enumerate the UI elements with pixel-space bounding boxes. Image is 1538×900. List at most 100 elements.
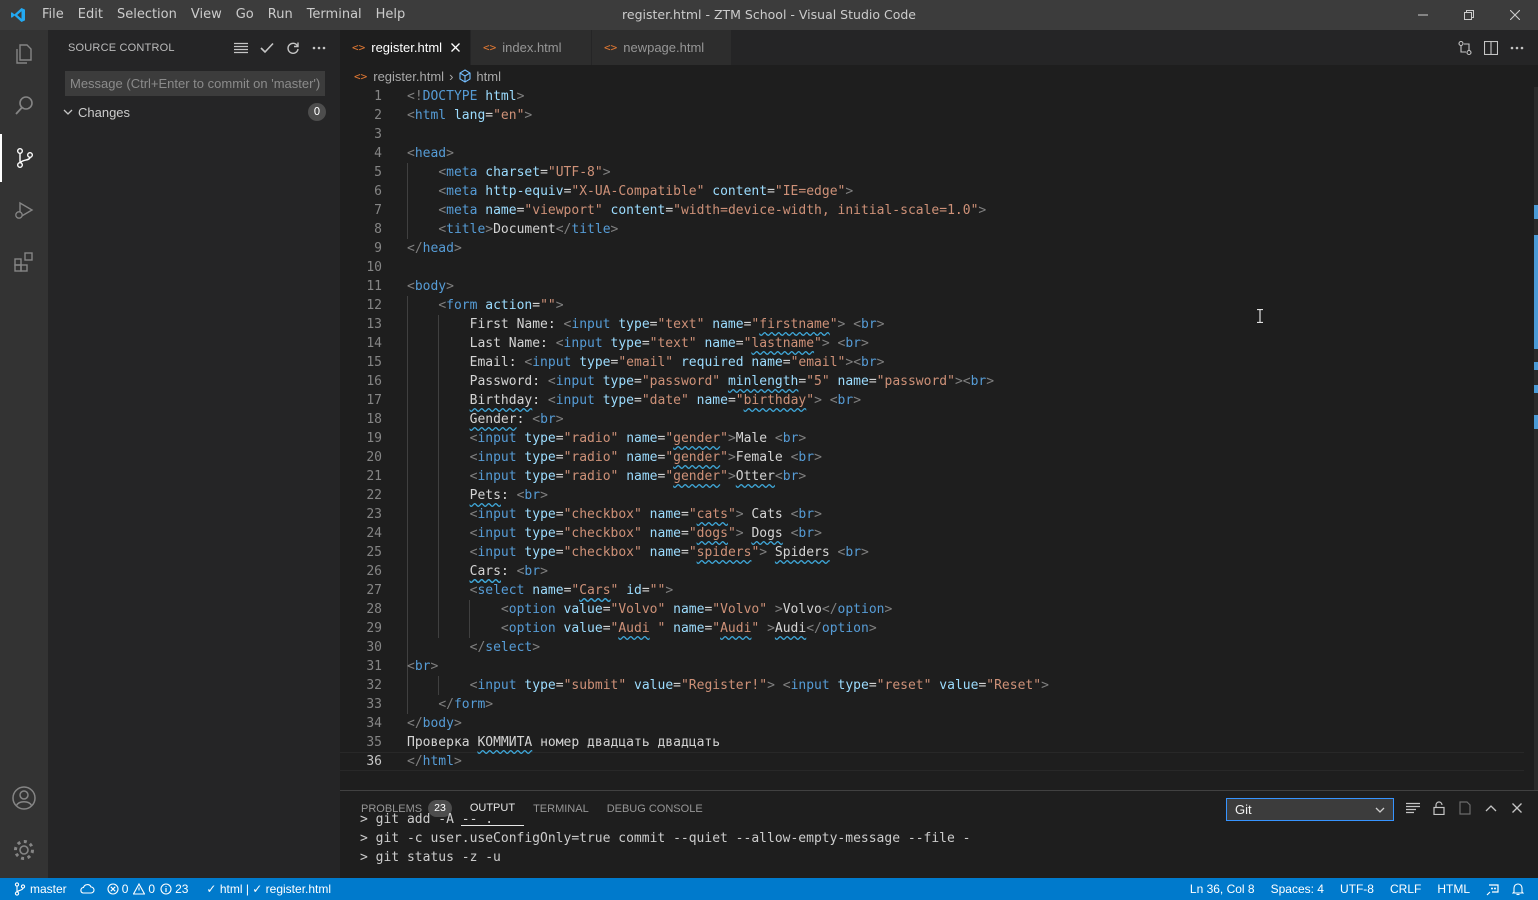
code-line: <html lang="en">: [407, 108, 533, 123]
menu-terminal[interactable]: Terminal: [300, 0, 369, 30]
view-as-list-button[interactable]: [228, 37, 254, 59]
code-line: <meta name="viewport" content="width=dev…: [438, 203, 987, 218]
clear-output-button[interactable]: [1400, 797, 1426, 819]
close-window-button[interactable]: [1492, 0, 1538, 30]
tab-index-html[interactable]: <> index.html: [471, 30, 592, 65]
source-control-button[interactable]: [0, 134, 48, 182]
encoding[interactable]: UTF-8: [1330, 878, 1380, 900]
output-line: > git status -z -u: [360, 850, 501, 865]
more-actions-button[interactable]: [306, 37, 332, 59]
checkmark-icon: [260, 42, 274, 53]
split-editor-button[interactable]: [1478, 37, 1504, 59]
manage-button[interactable]: [0, 826, 48, 874]
open-log-button[interactable]: [1452, 797, 1478, 819]
notifications-button[interactable]: [1506, 878, 1530, 900]
branch-indicator[interactable]: master: [0, 878, 73, 900]
code-line: <body>: [407, 279, 454, 294]
html-file-icon: <>: [352, 41, 366, 54]
line-number: 22: [366, 488, 382, 503]
output-line: > git add -A -- .: [360, 812, 494, 827]
line-number: 20: [366, 450, 382, 465]
list-icon: [234, 42, 248, 53]
title-bar: File Edit Selection View Go Run Terminal…: [0, 0, 1538, 30]
code-line: <form action="">: [438, 298, 564, 313]
minimize-button[interactable]: [1400, 0, 1446, 30]
source-control-sidebar: SOURCE CONTROL Changes 0: [48, 30, 340, 878]
search-button[interactable]: [0, 82, 48, 130]
error-icon: [107, 883, 119, 895]
maximize-panel-button[interactable]: [1478, 797, 1504, 819]
close-panel-button[interactable]: [1504, 797, 1530, 819]
panel-actions: [1400, 797, 1530, 819]
close-icon: [450, 43, 460, 52]
line-number: 10: [366, 260, 382, 275]
gear-icon: [14, 840, 34, 860]
line-number: 27: [366, 583, 382, 598]
code-line: First Name: <input type="text" name="fir…: [407, 317, 885, 332]
close-tab-button[interactable]: [450, 40, 460, 56]
feedback-button[interactable]: [1476, 878, 1506, 900]
breadcrumb-file[interactable]: register.html: [373, 69, 444, 84]
tab-register-html[interactable]: <> register.html: [340, 30, 471, 65]
html-file-icon: <>: [354, 69, 368, 83]
ellipsis-icon: [312, 46, 326, 49]
menu-go[interactable]: Go: [229, 0, 261, 30]
menu-edit[interactable]: Edit: [71, 0, 110, 30]
restore-button[interactable]: [1446, 0, 1492, 30]
explorer-button[interactable]: [0, 30, 48, 78]
menu-view[interactable]: View: [184, 0, 229, 30]
lock-scroll-button[interactable]: [1426, 797, 1452, 819]
line-number: 33: [366, 697, 382, 712]
menu-run[interactable]: Run: [261, 0, 300, 30]
end-of-line[interactable]: CRLF: [1380, 878, 1427, 900]
line-number: 16: [366, 374, 382, 389]
compare-changes-icon: [1458, 40, 1472, 55]
editor-scrollbar[interactable]: [1524, 87, 1538, 790]
info-icon: [160, 883, 172, 895]
run-debug-button[interactable]: [0, 186, 48, 234]
indentation[interactable]: Spaces: 4: [1261, 878, 1330, 900]
code-line: </body>: [407, 716, 462, 731]
line-number: 4: [374, 146, 382, 161]
menu-selection[interactable]: Selection: [110, 0, 184, 30]
output-channel-select[interactable]: Git: [1226, 798, 1394, 821]
sync-button[interactable]: [73, 878, 101, 900]
cursor-position[interactable]: Ln 36, Col 8: [1184, 878, 1261, 900]
scrollbar-marker: [1534, 362, 1538, 370]
menu-file[interactable]: File: [35, 0, 71, 30]
extensions-button[interactable]: [0, 238, 48, 286]
status-bar-right: Ln 36, Col 8 Spaces: 4 UTF-8 CRLF HTML: [1184, 878, 1530, 900]
commit-button[interactable]: [254, 37, 280, 59]
code-line: <br>: [407, 659, 439, 674]
status-bar: master 0 0 23 ✓ html | ✓ register.html L…: [0, 878, 1538, 900]
language-mode[interactable]: HTML: [1427, 878, 1476, 900]
line-number: 24: [366, 526, 382, 541]
commit-message-input[interactable]: [65, 71, 325, 96]
code-editor[interactable]: 1 2 3 4 5 6 7 8 9 10 11 12 13 14 15 16 1…: [340, 87, 1538, 790]
accounts-button[interactable]: [0, 774, 48, 822]
info-count: 23: [175, 882, 189, 896]
code-line: </form>: [438, 697, 494, 712]
open-changes-button[interactable]: [1452, 37, 1478, 59]
line-number: 18: [366, 412, 382, 427]
editor-more-actions-button[interactable]: [1504, 37, 1530, 59]
line-number: 26: [366, 564, 382, 579]
problems-indicator[interactable]: 0 0 23: [101, 878, 195, 900]
code-line: <input type="submit" value="Register!"> …: [469, 678, 1049, 693]
refresh-button[interactable]: [280, 37, 306, 59]
line-number: 1: [374, 89, 382, 104]
breadcrumb-symbol[interactable]: html: [476, 69, 501, 84]
changes-group[interactable]: Changes 0: [48, 101, 340, 123]
open-file-icon: [1459, 801, 1471, 815]
window-controls: [1400, 0, 1538, 30]
menu-help[interactable]: Help: [369, 0, 413, 30]
tab-newpage-html[interactable]: <> newpage.html: [592, 30, 732, 65]
language-check-indicator[interactable]: ✓ html | ✓ register.html: [194, 878, 337, 900]
close-icon: [1512, 803, 1522, 813]
git-branch-icon: [14, 882, 26, 896]
line-number: 2: [374, 108, 382, 123]
line-number: 9: [374, 241, 382, 256]
code-line: <input type="radio" name="gender">Female…: [469, 450, 822, 465]
